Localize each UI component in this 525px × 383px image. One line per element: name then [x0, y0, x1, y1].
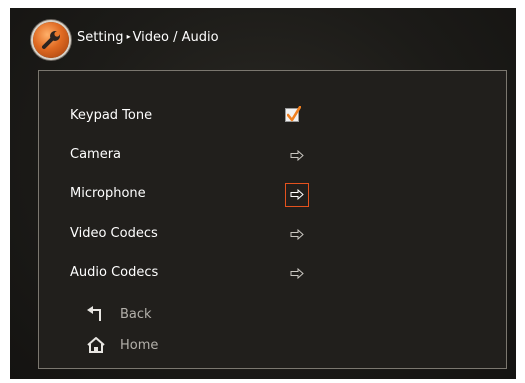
arrow-right-icon: [290, 189, 304, 200]
menu-item-video-codecs[interactable]: Video Codecs: [39, 223, 506, 247]
microphone-arrow-button[interactable]: [285, 183, 309, 207]
video-codecs-arrow-button[interactable]: [285, 223, 309, 247]
video-audio-settings-screen: Setting ▸ Video / Audio Keypad Tone Camera…: [10, 8, 516, 379]
menu-item-label: Audio Codecs: [70, 265, 159, 280]
wrench-icon: [33, 22, 69, 58]
breadcrumb: Setting ▸ Video / Audio: [77, 30, 219, 45]
keypad-tone-checkbox[interactable]: [285, 106, 301, 122]
camera-arrow-button[interactable]: [285, 144, 309, 168]
menu-item-label: Camera: [70, 147, 122, 162]
back-button[interactable]: Back: [39, 304, 239, 328]
menu-item-label: Microphone: [70, 186, 146, 201]
breadcrumb-root: Setting: [77, 30, 124, 45]
home-label: Home: [120, 338, 159, 353]
back-arrow-icon: [87, 306, 101, 321]
menu-item-label: Keypad Tone: [70, 108, 153, 123]
menu-item-keypad-tone[interactable]: Keypad Tone: [39, 105, 506, 129]
breadcrumb-separator: ▸: [126, 32, 131, 41]
audio-codecs-arrow-button[interactable]: [285, 262, 309, 286]
arrow-right-icon: [290, 268, 304, 279]
menu-item-camera[interactable]: Camera: [39, 144, 506, 168]
arrow-right-icon: [290, 150, 304, 161]
back-label: Back: [120, 307, 152, 322]
settings-panel: Keypad Tone Camera Microphone Video Code…: [38, 70, 507, 369]
checkmark-icon: [287, 106, 301, 122]
home-button[interactable]: Home: [39, 335, 239, 359]
arrow-right-icon: [290, 229, 304, 240]
menu-item-label: Video Codecs: [70, 226, 158, 241]
home-icon: [87, 337, 105, 353]
menu-item-microphone[interactable]: Microphone: [39, 183, 506, 207]
title-bar: Setting ▸ Video / Audio: [10, 8, 516, 68]
menu-item-audio-codecs[interactable]: Audio Codecs: [39, 262, 506, 286]
breadcrumb-current: Video / Audio: [132, 30, 219, 45]
